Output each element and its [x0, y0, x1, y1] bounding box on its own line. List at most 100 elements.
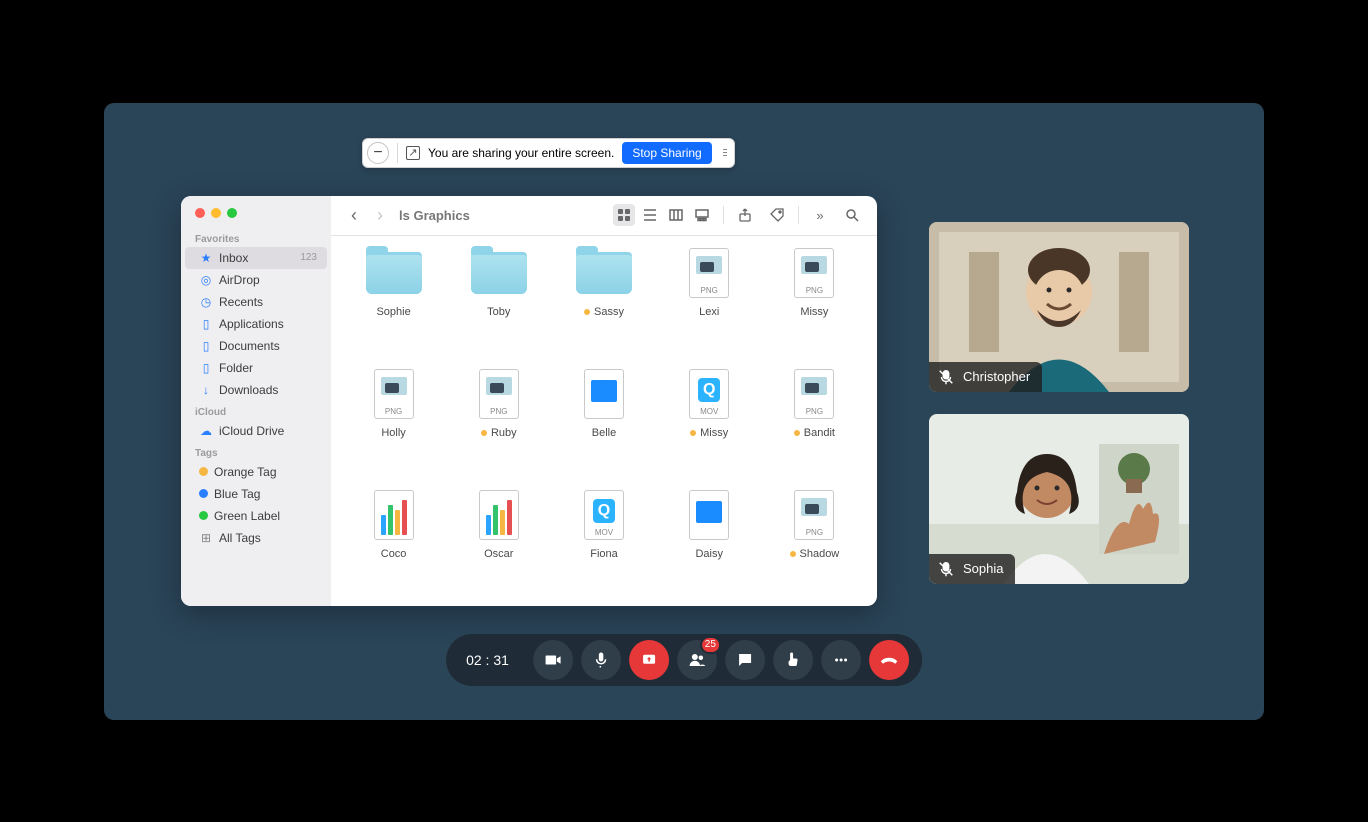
file-item[interactable]: PNGShadow — [762, 488, 867, 605]
screen-share-bar: − ↗ You are sharing your entire screen. … — [362, 138, 735, 168]
file-name: Ruby — [491, 427, 517, 439]
participant-label: Sophia — [929, 554, 1015, 584]
close-window-button[interactable] — [195, 208, 205, 218]
sidebar-item-all-tags[interactable]: ⊞All Tags — [185, 527, 327, 549]
sidebar-item-blue-tag[interactable]: Blue Tag — [185, 483, 327, 505]
folder-icon — [468, 246, 530, 300]
reactions-button[interactable] — [773, 640, 813, 680]
file-item[interactable]: Oscar — [446, 488, 551, 605]
file-name: Oscar — [484, 548, 513, 560]
share-button[interactable] — [734, 204, 756, 226]
chat-button[interactable] — [725, 640, 765, 680]
file-item[interactable]: Daisy — [657, 488, 762, 605]
stop-sharing-button[interactable]: Stop Sharing — [622, 142, 711, 164]
sidebar-item-applications[interactable]: ▯Applications — [185, 313, 327, 335]
participant-name: Sophia — [963, 561, 1003, 576]
tag-dot-icon — [481, 430, 487, 436]
finder-window: Favorites ★Inbox123◎AirDrop◷Recents▯Appl… — [181, 196, 877, 606]
file-name: Toby — [487, 306, 510, 318]
mov-icon: MOV — [573, 488, 635, 542]
tag-dot-icon — [790, 551, 796, 557]
share-status-text: You are sharing your entire screen. — [428, 146, 614, 160]
png-icon: PNG — [783, 488, 845, 542]
forward-button[interactable]: › — [371, 205, 389, 226]
mic-muted-icon — [937, 368, 955, 386]
sidebar-item-downloads[interactable]: ↓Downloads — [185, 379, 327, 401]
call-stage: − ↗ You are sharing your entire screen. … — [104, 103, 1264, 720]
view-icons-button[interactable] — [613, 204, 635, 226]
sidebar-item-green-label[interactable]: Green Label — [185, 505, 327, 527]
sidebar-section-tags: Tags — [181, 442, 331, 461]
sidebar-item-orange-tag[interactable]: Orange Tag — [185, 461, 327, 483]
participants-badge: 25 — [700, 636, 721, 654]
mic-button[interactable] — [581, 640, 621, 680]
sidebar-item-inbox[interactable]: ★Inbox123 — [185, 247, 327, 269]
file-name: Lexi — [699, 306, 719, 318]
participants-button[interactable]: 25 — [677, 640, 717, 680]
tag-dot-icon — [690, 430, 696, 436]
participant-tile[interactable]: Sophia — [929, 414, 1189, 584]
sidebar-section-favorites: Favorites — [181, 228, 331, 247]
tag-dot-icon — [584, 309, 590, 315]
more-button[interactable] — [821, 640, 861, 680]
file-item[interactable]: MOVMissy — [657, 367, 762, 484]
minimize-window-button[interactable] — [211, 208, 221, 218]
tags-button[interactable] — [766, 204, 788, 226]
maximize-window-button[interactable] — [227, 208, 237, 218]
call-timer: 02 : 31 — [466, 652, 509, 668]
png-icon: PNG — [783, 367, 845, 421]
finder-toolbar: ‹ › ls Graphics » — [331, 196, 877, 236]
sidebar-item-airdrop[interactable]: ◎AirDrop — [185, 269, 327, 291]
file-name: Missy — [800, 306, 828, 318]
window-controls — [181, 204, 331, 228]
file-name: Coco — [381, 548, 407, 560]
file-item[interactable]: Sassy — [551, 246, 656, 363]
keynote-icon — [678, 488, 740, 542]
file-name: Sassy — [594, 306, 624, 318]
share-bar-handle[interactable] — [720, 149, 730, 156]
view-columns-button[interactable] — [665, 204, 687, 226]
file-item[interactable]: MOVFiona — [551, 488, 656, 605]
search-button[interactable] — [841, 204, 863, 226]
view-gallery-button[interactable] — [691, 204, 713, 226]
call-controls: 02 : 31 25 — [446, 634, 922, 686]
file-item[interactable]: PNG Ruby — [446, 367, 551, 484]
participant-label: Christopher — [929, 362, 1042, 392]
file-item[interactable]: PNGMissy — [762, 246, 867, 363]
finder-sidebar: Favorites ★Inbox123◎AirDrop◷Recents▯Appl… — [181, 196, 331, 606]
keynote-icon — [573, 367, 635, 421]
file-item[interactable]: Toby — [446, 246, 551, 363]
file-name: Daisy — [695, 548, 723, 560]
back-button[interactable]: ‹ — [345, 205, 363, 226]
file-item[interactable]: Belle — [551, 367, 656, 484]
chart-icon — [468, 488, 530, 542]
file-name: Belle — [592, 427, 616, 439]
png-icon: PNG — [468, 367, 530, 421]
finder-main: ‹ › ls Graphics » Sophie Toby Sassy PNG — [331, 196, 877, 606]
more-button[interactable]: » — [809, 204, 831, 226]
file-item[interactable]: PNG Lexi — [657, 246, 762, 363]
tag-dot-icon — [794, 430, 800, 436]
file-item[interactable]: PNGBandit — [762, 367, 867, 484]
png-icon: PNG — [363, 367, 425, 421]
view-list-button[interactable] — [639, 204, 661, 226]
folder-title: ls Graphics — [399, 208, 470, 223]
file-item[interactable]: PNGHolly — [341, 367, 446, 484]
png-icon: PNG — [678, 246, 740, 300]
sidebar-item-icloud-drive[interactable]: ☁iCloud Drive — [185, 420, 327, 442]
camera-button[interactable] — [533, 640, 573, 680]
sidebar-item-folder[interactable]: ▯Folder — [185, 357, 327, 379]
files-grid: SophieTobySassyPNGLexiPNGMissyPNGHollyPN… — [331, 236, 877, 606]
collapse-share-bar-button[interactable]: − — [367, 142, 389, 164]
file-item[interactable]: Sophie — [341, 246, 446, 363]
sidebar-item-recents[interactable]: ◷Recents — [185, 291, 327, 313]
share-screen-button[interactable] — [629, 640, 669, 680]
hang-up-button[interactable] — [869, 640, 909, 680]
participant-tile[interactable]: Christopher — [929, 222, 1189, 392]
file-item[interactable]: Coco — [341, 488, 446, 605]
sidebar-item-documents[interactable]: ▯Documents — [185, 335, 327, 357]
participants-column: Christopher Sophi — [929, 222, 1189, 584]
popout-icon[interactable]: ↗ — [406, 146, 420, 160]
mov-icon: MOV — [678, 367, 740, 421]
participant-name: Christopher — [963, 369, 1030, 384]
